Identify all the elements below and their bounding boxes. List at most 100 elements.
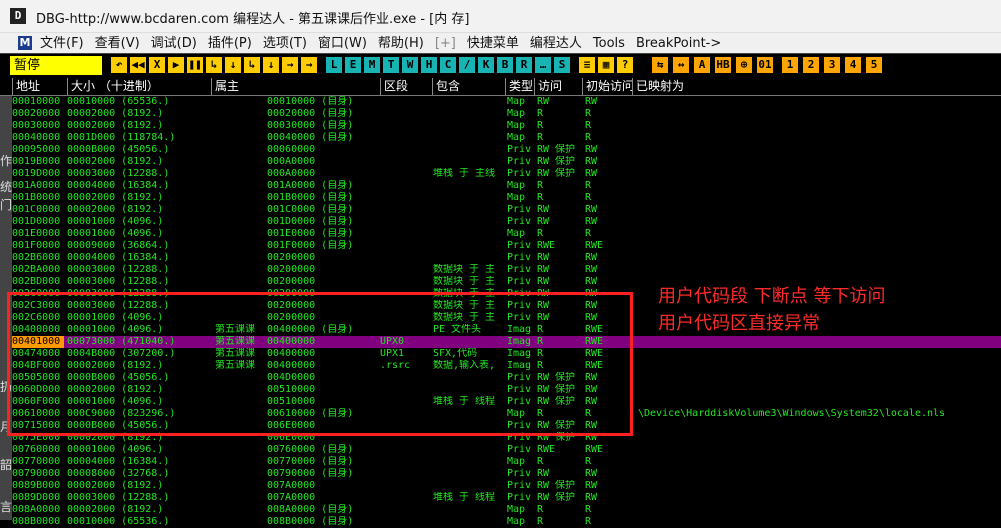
menu-item-10[interactable]: Tools — [589, 36, 632, 51]
plugin-target-icon[interactable]: ⊕ — [736, 57, 752, 73]
plugin-swap-icon[interactable]: ↔ — [673, 57, 689, 73]
column-header-type[interactable]: 类型 — [505, 78, 534, 95]
menu-item-11[interactable]: BreakPoint-> — [632, 36, 728, 51]
plugin-arrows-icon[interactable]: ⇆ — [652, 57, 668, 73]
run-trace-icon[interactable]: … — [535, 57, 551, 73]
column-header-section[interactable]: 区段 — [380, 78, 432, 95]
plugin-a-icon[interactable]: A — [694, 57, 710, 73]
table-row[interactable]: 00770000 00004000 (16384.) 00770000 (自身) Ma… — [12, 456, 1001, 468]
plugin-binary-icon[interactable]: 01 — [757, 57, 773, 73]
cell-mapped-as — [638, 108, 998, 120]
run-icon[interactable]: ▶ — [168, 57, 184, 73]
breakpoints-icon[interactable]: B — [497, 57, 513, 73]
table-row[interactable]: 0019B000 00002000 (8192.) 000A0000 Priv RW 保… — [12, 156, 1001, 168]
menu-item-4[interactable]: 选项(T) — [259, 36, 314, 51]
trace-into-icon[interactable]: ↳ — [244, 57, 260, 73]
cell-size: 00002000 (8192.) — [67, 204, 164, 215]
column-header-mapped-as[interactable]: 已映射为 — [632, 78, 1001, 95]
menu-item-1[interactable]: 查看(V) — [91, 36, 147, 51]
references-icon[interactable]: R — [516, 57, 532, 73]
table-row[interactable]: 002B6000 00004000 (16384.) 00200000 Priv RW R… — [12, 252, 1001, 264]
table-row[interactable]: 00010000 00010000 (65536.) 00010000 (自身) Ma… — [12, 96, 1001, 108]
help-icon[interactable]: ? — [617, 57, 633, 73]
table-row[interactable]: 00760000 00001000 (4096.) 00760000 (自身) Pri… — [12, 444, 1001, 456]
goto-icon[interactable]: → — [301, 57, 317, 73]
execute-till-return-icon[interactable]: → — [282, 57, 298, 73]
appearance-icon[interactable]: ▦ — [598, 57, 614, 73]
plugin-hb-icon[interactable]: HB — [715, 57, 731, 73]
pause-icon[interactable]: ❚❚ — [187, 57, 203, 73]
table-row[interactable]: 00040000 0001D000 (118784.) 00040000 (自身) M… — [12, 132, 1001, 144]
restart-icon[interactable]: ↶ — [111, 57, 127, 73]
table-row[interactable]: 00020000 00002000 (8192.) 00020000 (自身) Map… — [12, 108, 1001, 120]
patches-icon[interactable]: / — [459, 57, 475, 73]
column-header-owner[interactable]: 属主 — [211, 78, 380, 95]
cell-address: 008B0000 — [12, 516, 61, 527]
column-header-contains[interactable]: 包含 — [432, 78, 505, 95]
table-row[interactable]: 002BA000 00003000 (12288.) 00200000 数据块 于 主… — [12, 264, 1001, 276]
menu-item-3[interactable]: 插件(P) — [204, 36, 259, 51]
table-row[interactable]: 008B0000 00010000 (65536.) 008B0000 (自身) Ma… — [12, 516, 1001, 528]
table-row[interactable]: 0019D000 00003000 (12288.) 000A0000 堆栈 于 主线… — [12, 168, 1001, 180]
cell-address: 00770000 — [12, 456, 61, 467]
log-window-icon[interactable]: L — [326, 57, 342, 73]
bookmark-4-icon[interactable]: 4 — [845, 57, 861, 73]
menu-item-9[interactable]: 编程达人 — [526, 36, 589, 51]
table-row[interactable]: 001C0000 00002000 (8192.) 001C0000 (自身) Pri… — [12, 204, 1001, 216]
rewind-icon[interactable]: ◀◀ — [130, 57, 146, 73]
table-row[interactable]: 00030000 00002000 (8192.) 00030000 (自身) Map… — [12, 120, 1001, 132]
cell-owner — [215, 504, 267, 516]
step-into-icon[interactable]: ↳ — [206, 57, 222, 73]
cell-contains — [433, 108, 505, 120]
table-row[interactable]: 001E0000 00001000 (4096.) 001E0000 (自身) Map… — [12, 228, 1001, 240]
bookmark-2-icon[interactable]: 2 — [803, 57, 819, 73]
bookmark-1-icon[interactable]: 1 — [782, 57, 798, 73]
table-row[interactable]: 001A0000 00004000 (16384.) 001A0000 (自身) Ma… — [12, 180, 1001, 192]
column-header-initial-access[interactable]: 初始访问 — [582, 78, 632, 95]
table-row[interactable]: 00095000 0000B000 (45056.) 00060000 Priv RW … — [12, 144, 1001, 156]
cell-owner — [215, 144, 267, 156]
cell-initial-access: RW — [585, 96, 598, 107]
trace-over-icon[interactable]: ↓ — [263, 57, 279, 73]
table-row[interactable]: 0089D000 00003000 (12288.) 007A0000 堆栈 于 线程… — [12, 492, 1001, 504]
cell-initial-access: R — [585, 132, 592, 143]
call-stack-icon[interactable]: K — [478, 57, 494, 73]
menu-item-5[interactable]: 窗口(W) — [314, 36, 374, 51]
menu-item-2[interactable]: 调试(D) — [147, 36, 204, 51]
close-icon[interactable]: X — [149, 57, 165, 73]
menu-logo-icon[interactable]: M — [18, 36, 32, 50]
windows-icon[interactable]: W — [402, 57, 418, 73]
cell-owner — [215, 468, 267, 480]
cell-size: 00001000 (4096.) — [67, 228, 164, 239]
threads-icon[interactable]: T — [383, 57, 399, 73]
cell-access: RW — [537, 468, 550, 479]
table-row[interactable]: 008A0000 00002000 (8192.) 008A0000 (自身) Map… — [12, 504, 1001, 516]
bookmark-5-icon[interactable]: 5 — [866, 57, 882, 73]
column-header-size[interactable]: 大小 （十进制） — [67, 78, 211, 95]
table-row[interactable]: 001D0000 00001000 (4096.) 001D0000 (自身) Pri… — [12, 216, 1001, 228]
source-icon[interactable]: S — [554, 57, 570, 73]
cell-contains — [433, 216, 505, 228]
menu-item-7[interactable]: [+] — [431, 36, 463, 51]
column-header-address[interactable]: 地址 — [12, 78, 67, 95]
menu-item-0[interactable]: 文件(F) — [36, 36, 91, 51]
cpu-icon[interactable]: C — [440, 57, 456, 73]
table-row[interactable]: 001B0000 00002000 (8192.) 001B0000 (自身) Map… — [12, 192, 1001, 204]
executable-modules-icon[interactable]: E — [345, 57, 361, 73]
cell-owner-base: 00200000 — [267, 276, 316, 287]
cell-initial-access: R — [585, 120, 592, 131]
menu-item-8[interactable]: 快捷菜单 — [463, 36, 526, 51]
step-over-icon[interactable]: ↓ — [225, 57, 241, 73]
cell-owner — [215, 516, 267, 528]
table-row[interactable]: 0089B000 00002000 (8192.) 007A0000 Priv RW 保… — [12, 480, 1001, 492]
handles-icon[interactable]: H — [421, 57, 437, 73]
cell-type: Priv — [507, 492, 532, 503]
table-row[interactable]: 001F0000 00009000 (36864.) 001F0000 (自身) Pr… — [12, 240, 1001, 252]
cell-size: 00002000 (8192.) — [67, 108, 164, 119]
table-row[interactable]: 00790000 00008000 (32768.) 00790000 (自身) Pr… — [12, 468, 1001, 480]
options-icon[interactable]: ≡ — [579, 57, 595, 73]
menu-item-6[interactable]: 帮助(H) — [374, 36, 431, 51]
column-header-access[interactable]: 访问 — [534, 78, 582, 95]
memory-map-icon[interactable]: M — [364, 57, 380, 73]
bookmark-3-icon[interactable]: 3 — [824, 57, 840, 73]
